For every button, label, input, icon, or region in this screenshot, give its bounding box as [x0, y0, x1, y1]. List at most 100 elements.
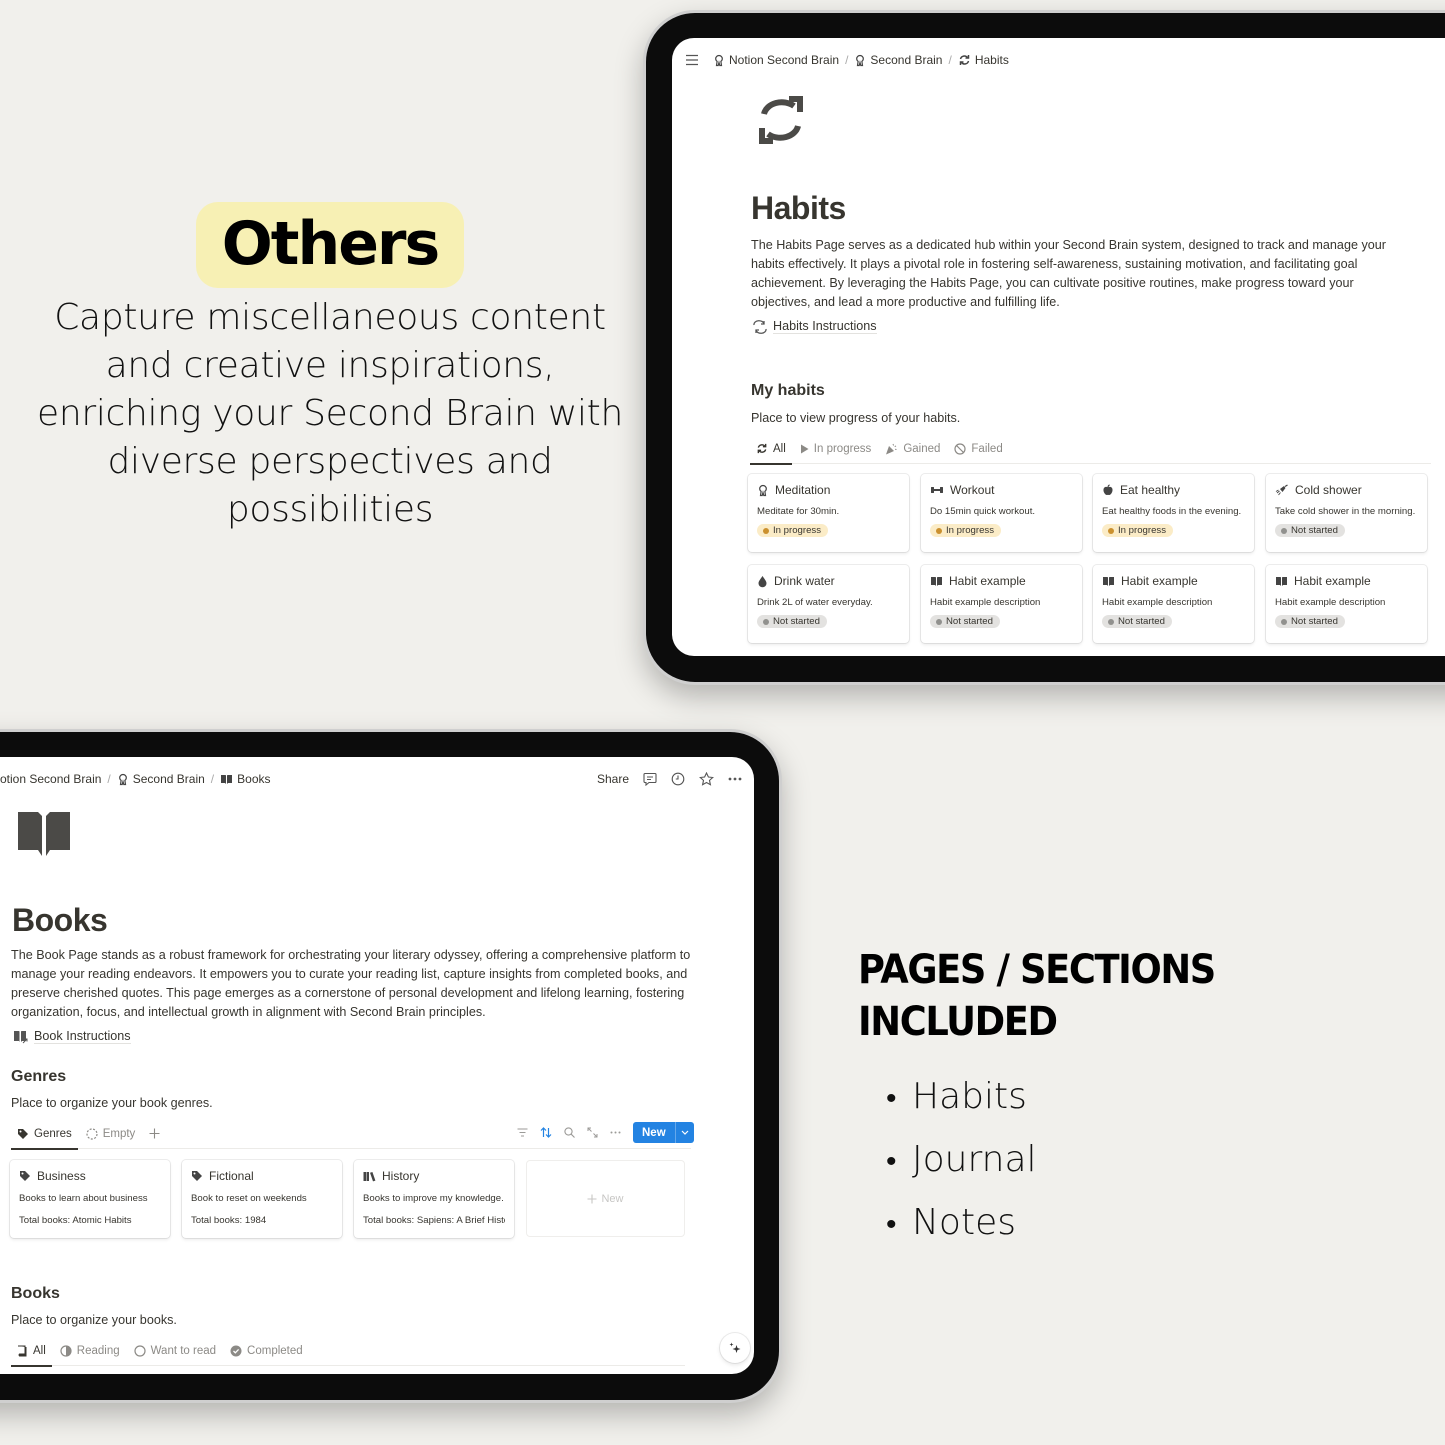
database-toolbar: New: [517, 1122, 694, 1143]
star-icon[interactable]: [699, 772, 714, 786]
tab-want-to-read[interactable]: Want to read: [134, 1336, 216, 1366]
menu-icon[interactable]: [685, 54, 699, 66]
tab-label: In progress: [813, 442, 872, 455]
filter-icon[interactable]: [517, 1128, 528, 1137]
more-icon[interactable]: [728, 777, 742, 781]
share-button[interactable]: Share: [597, 772, 629, 786]
habits-view-tabs: All In progress Gained Failed: [750, 434, 1431, 465]
status-dot: [1108, 618, 1114, 625]
breadcrumb-item[interactable]: Notion Second Brain: [713, 53, 839, 67]
habit-title: Meditation: [775, 483, 831, 497]
genres-title: Genres: [11, 1068, 67, 1085]
books-icon: [363, 1171, 376, 1182]
swap-icon: [752, 319, 768, 334]
tab-all[interactable]: All: [750, 434, 792, 465]
habit-card[interactable]: Habit example Habit example description No…: [1266, 565, 1427, 643]
plus-icon: [149, 1128, 160, 1139]
status-label: Not started: [1118, 616, 1165, 627]
genre-description: Books to learn about business: [19, 1193, 148, 1204]
tab-all[interactable]: All: [11, 1336, 52, 1367]
section-item: Journal: [886, 1129, 1445, 1192]
habit-card[interactable]: Drink water Drink 2L of water everyday. No…: [748, 565, 909, 643]
tag-icon: [17, 1128, 29, 1140]
habit-card-title: Meditation: [757, 483, 900, 497]
sections-list: Habits Journal Notes: [858, 1066, 1445, 1255]
habit-card[interactable]: Eat healthy Eat healthy foods in the even…: [1093, 474, 1254, 552]
link-label: Habits Instructions: [773, 319, 877, 334]
breadcrumb-label: Notion Second Brain: [729, 53, 840, 67]
status-badge: In progress: [1102, 524, 1173, 537]
tab-reading[interactable]: Reading: [60, 1336, 120, 1366]
status-label: Not started: [773, 616, 820, 627]
tab-in-progress[interactable]: In progress: [800, 434, 872, 464]
status-label: Not started: [1291, 525, 1338, 536]
page-description: The Habits Page serves as a dedicated hu…: [751, 238, 1386, 309]
tab-gained[interactable]: Gained: [885, 434, 940, 464]
tab-completed[interactable]: Completed: [230, 1336, 303, 1366]
tab-failed[interactable]: Failed: [954, 434, 1003, 464]
habits-topbar: Notion Second Brain / Second Brain / Hab…: [672, 38, 1445, 82]
book-instructions-link[interactable]: Book Instructions: [13, 1029, 131, 1044]
breadcrumb-item[interactable]: Habits: [958, 53, 1009, 67]
habit-title: Drink water: [774, 574, 835, 588]
section-title: My habits: [751, 382, 825, 399]
habit-title: Workout: [950, 483, 995, 497]
clock-icon[interactable]: [671, 772, 685, 786]
drop-icon: [757, 575, 768, 588]
genres-subtitle: Place to organize your book genres.: [11, 1096, 213, 1110]
party-icon: [885, 443, 898, 455]
expand-icon[interactable]: [587, 1127, 598, 1138]
breadcrumb-separator: /: [210, 772, 215, 786]
page-title: Books: [12, 902, 108, 938]
genre-card[interactable]: Fictional Book to reset on weekends Total …: [182, 1160, 342, 1238]
breadcrumb-item[interactable]: Books: [220, 772, 271, 786]
habit-card-title: Habit example: [930, 574, 1073, 588]
genre-card-title: History: [363, 1169, 505, 1183]
habit-description: Meditate for 30min.: [757, 506, 840, 517]
habit-card[interactable]: Meditation Meditate for 30min. In progress: [748, 474, 909, 552]
comment-icon[interactable]: [643, 772, 657, 786]
new-card-label: New: [601, 1192, 624, 1205]
sort-icon[interactable]: [540, 1127, 552, 1138]
tab-genres[interactable]: Genres: [11, 1119, 78, 1150]
habit-card[interactable]: Habit example Habit example description No…: [1093, 565, 1254, 643]
tab-empty[interactable]: Empty: [86, 1119, 135, 1149]
tab-label: Want to read: [150, 1344, 217, 1357]
status-badge: Not started: [757, 615, 827, 628]
habit-card[interactable]: Cold shower Take cold shower in the morni…: [1266, 474, 1427, 552]
genre-card[interactable]: History Books to improve my knowledge. Tot…: [354, 1160, 514, 1238]
habit-card[interactable]: Workout Do 15min quick workout. In progres…: [921, 474, 1082, 552]
sections-included: PAGES / SECTIONS INCLUDED Habits Journal…: [858, 944, 1445, 1255]
breadcrumb-item[interactable]: otion Second Brain: [0, 772, 101, 786]
chevron-down-icon[interactable]: [674, 1122, 694, 1143]
habit-title: Eat healthy: [1120, 483, 1181, 497]
habits-page-icon: [756, 96, 806, 149]
habit-description: Eat healthy foods in the evening.: [1102, 506, 1242, 517]
genre-description: Book to reset on weekends: [191, 1193, 307, 1204]
habit-card[interactable]: Habit example Habit example description No…: [921, 565, 1082, 643]
search-icon[interactable]: [564, 1127, 575, 1138]
habits-instructions-link[interactable]: Habits Instructions: [752, 319, 877, 334]
dashed-circle-icon: [86, 1127, 98, 1140]
brain-icon: [117, 773, 129, 786]
breadcrumb-separator: /: [107, 772, 111, 786]
status-dot: [936, 618, 942, 625]
ai-assistant-button[interactable]: [720, 1333, 750, 1363]
breadcrumb-item[interactable]: Second Brain: [854, 53, 942, 67]
breadcrumb-label: Books: [237, 772, 271, 786]
sections-title: PAGES / SECTIONS INCLUDED: [858, 947, 1216, 1045]
breadcrumb-separator: /: [845, 53, 849, 67]
promo-badge: Others: [195, 202, 465, 288]
new-button[interactable]: New: [633, 1122, 694, 1143]
new-genre-card[interactable]: New: [526, 1160, 685, 1237]
add-view-button[interactable]: [149, 1119, 160, 1149]
tab-label: Gained: [903, 442, 941, 455]
tab-label: Completed: [247, 1344, 303, 1357]
status-label: In progress: [946, 525, 994, 536]
status-dot: [1281, 618, 1287, 625]
genre-card[interactable]: Business Books to learn about business Tot…: [10, 1160, 170, 1238]
breadcrumb-item[interactable]: Second Brain: [117, 772, 205, 786]
status-badge: In progress: [930, 524, 1001, 537]
more-icon[interactable]: [610, 1131, 621, 1134]
refresh-icon: [958, 54, 971, 66]
